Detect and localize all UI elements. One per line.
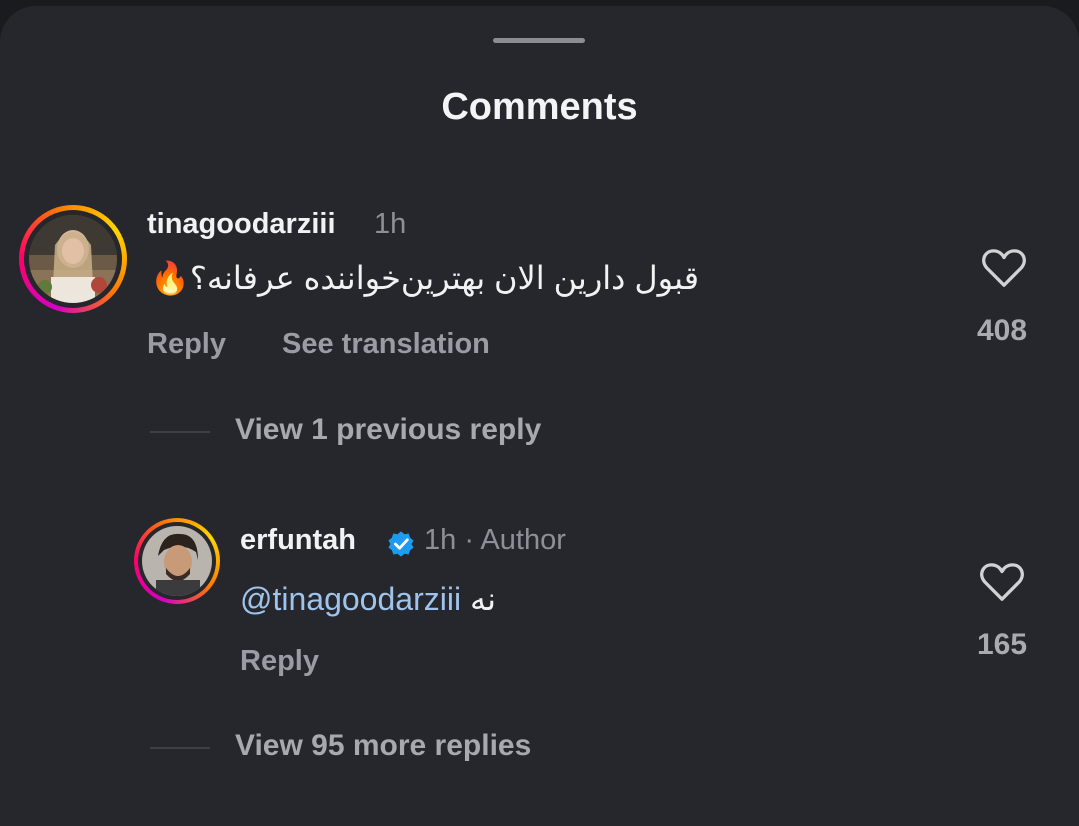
reply-text: @tinagoodarziii نه <box>240 580 496 618</box>
reply-username[interactable]: erfuntah <box>240 524 356 557</box>
avatar <box>29 215 117 303</box>
view-more-replies-button[interactable]: View 95 more replies <box>235 729 531 763</box>
like-count: 408 <box>976 314 1028 347</box>
avatar-story-ring[interactable] <box>134 518 220 604</box>
drag-handle[interactable] <box>493 38 585 43</box>
avatar <box>142 526 212 596</box>
reply-text-body: نه <box>469 581 496 617</box>
verified-badge-icon <box>388 531 414 557</box>
thread-line <box>150 747 210 749</box>
see-translation-button[interactable]: See translation <box>282 328 490 361</box>
comment-time: 1h <box>374 208 407 240</box>
comment-username[interactable]: tinagoodarziii <box>147 208 336 241</box>
comments-sheet: Comments tinagoodarziii 1h قبول دارین ال… <box>0 6 1079 826</box>
view-previous-replies-button[interactable]: View 1 previous reply <box>235 413 541 447</box>
like-count: 165 <box>976 628 1028 661</box>
reply-button[interactable]: Reply <box>240 645 319 678</box>
mention-link[interactable]: @tinagoodarziii <box>240 581 461 617</box>
reply-button[interactable]: Reply <box>147 328 226 361</box>
comment-text: قبول دارین الان بهترین‌خواننده عرفانه؟🔥 <box>150 260 700 296</box>
avatar-story-ring[interactable] <box>19 205 127 313</box>
reply-meta: 1h · Author <box>424 524 566 556</box>
sheet-title: Comments <box>441 86 638 128</box>
heart-outline-icon[interactable] <box>981 248 1027 288</box>
heart-outline-icon[interactable] <box>979 562 1025 602</box>
thread-line <box>150 431 210 433</box>
